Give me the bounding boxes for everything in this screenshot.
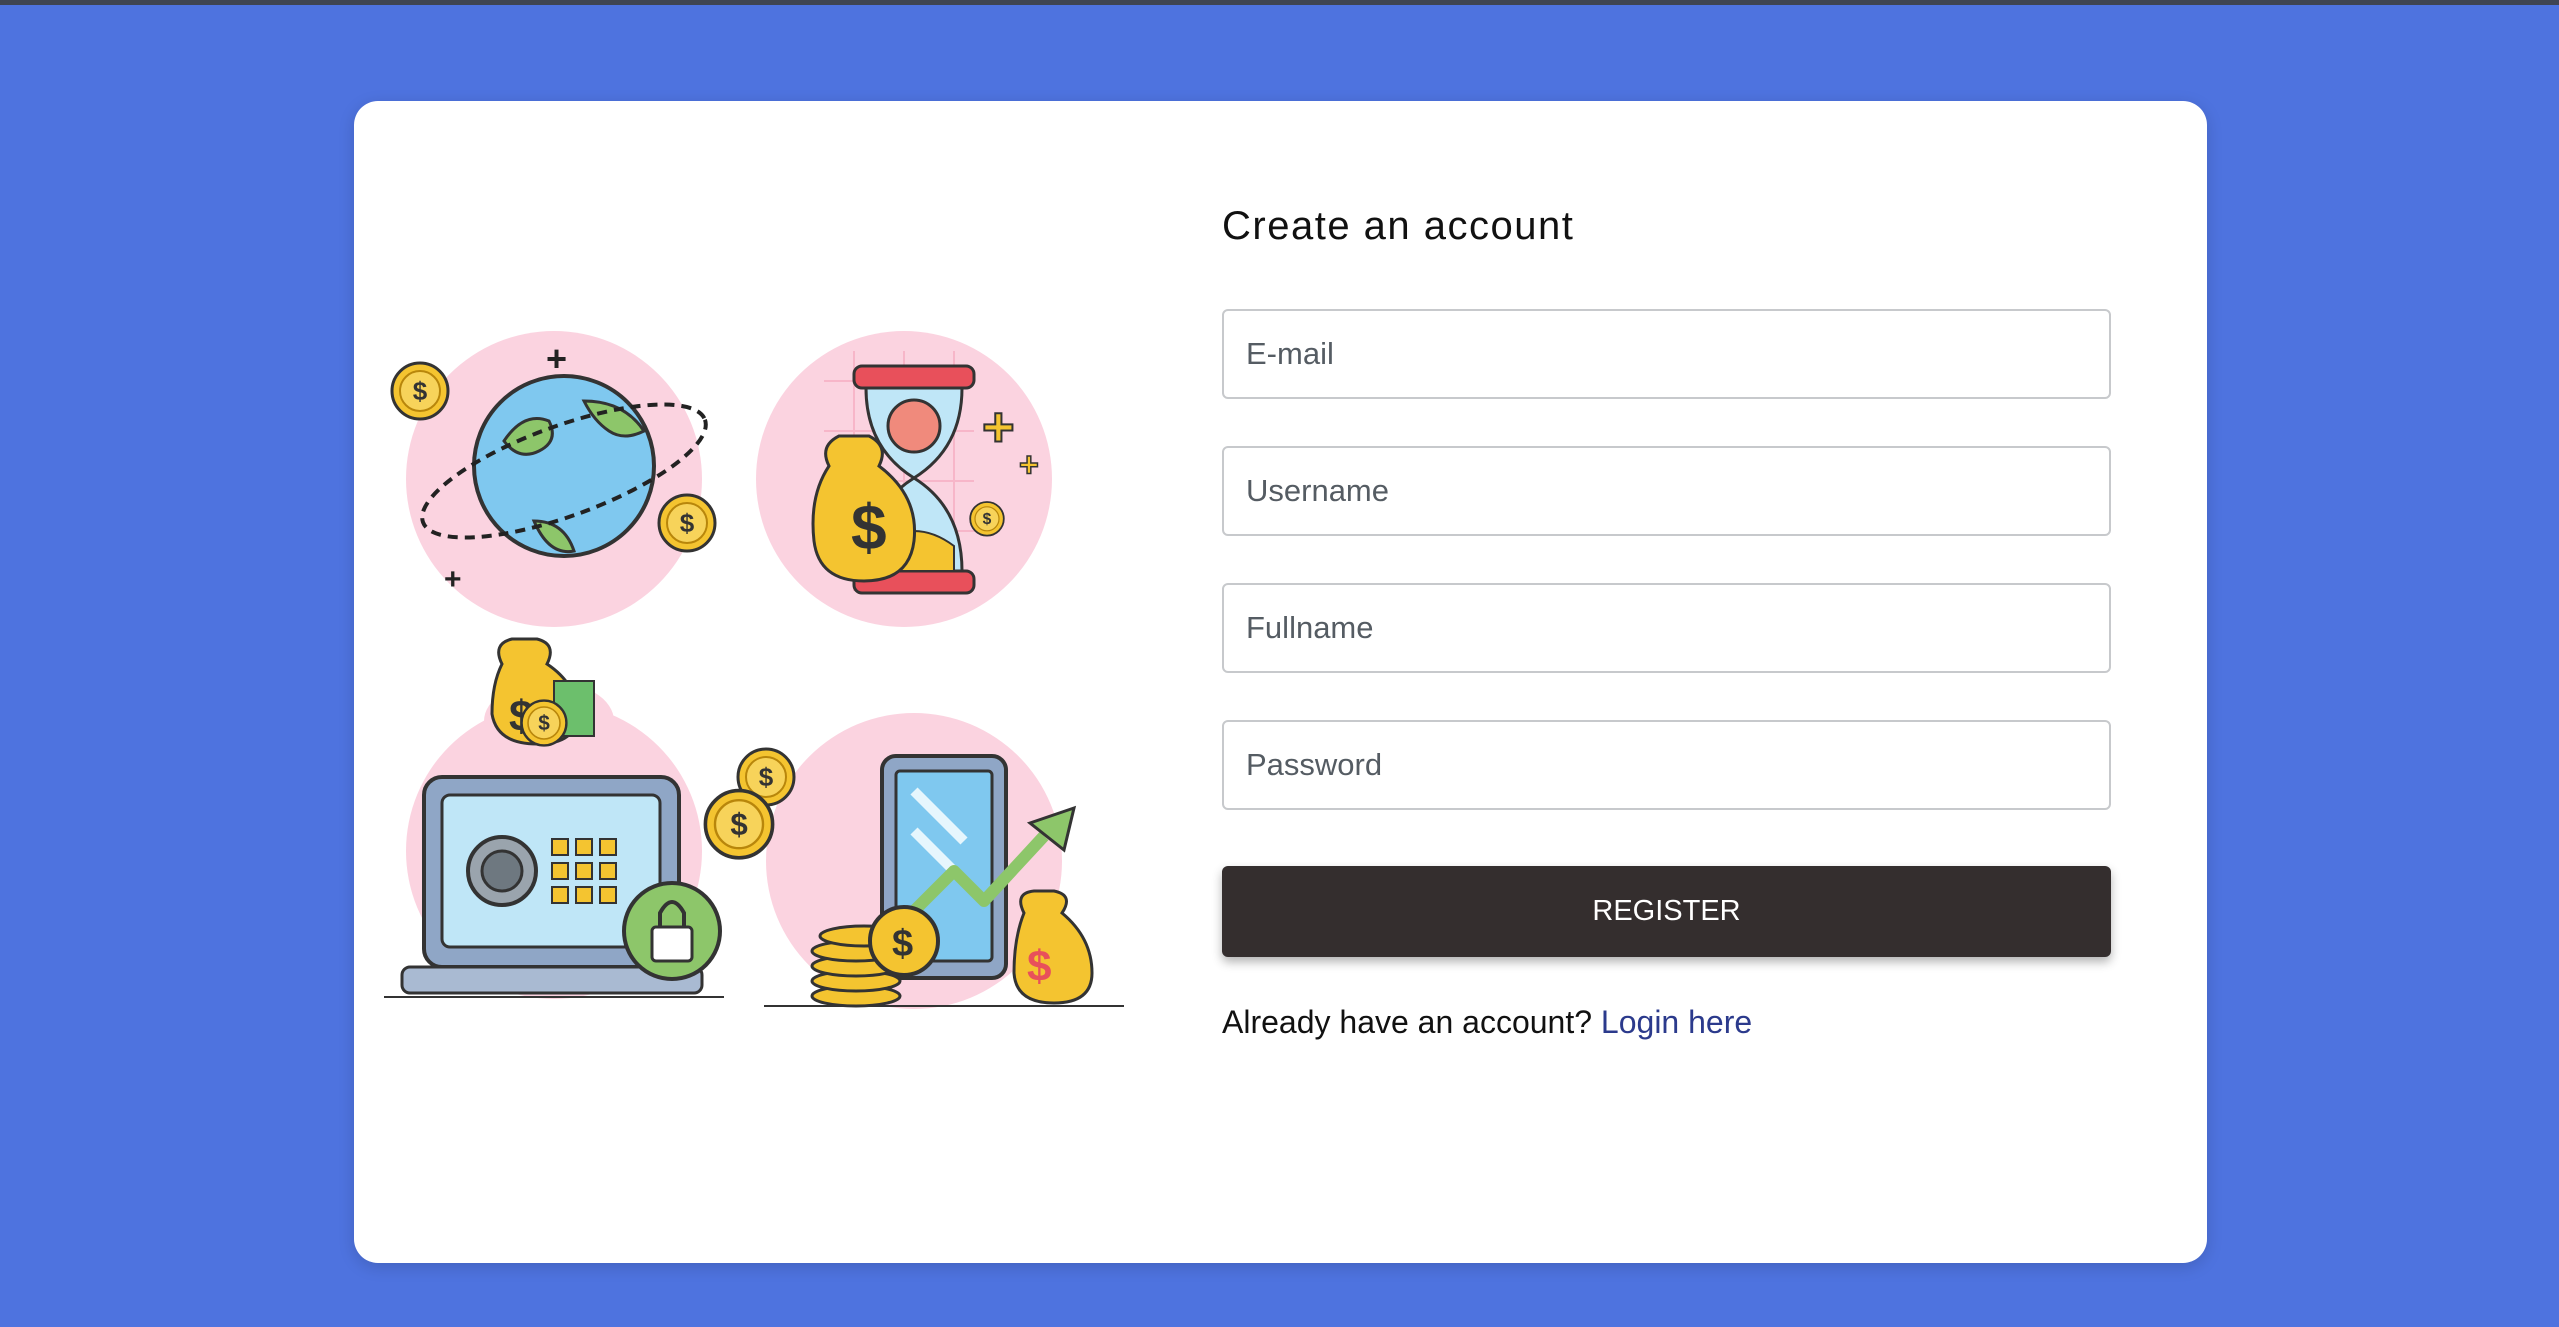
globe-coins-icon: + + [390,331,717,627]
phone-growth-icon: $ $ [703,713,1124,1009]
login-link[interactable]: Login here [1601,1004,1752,1040]
laptop-safe-icon: $ [384,637,724,999]
finance-illustration: $ + + $ + + [384,331,1124,1009]
svg-text:+: + [444,563,462,596]
password-field[interactable] [1222,720,2111,810]
register-button[interactable]: REGISTER [1222,866,2111,957]
fullname-field[interactable] [1222,583,2111,673]
svg-text:$: $ [1027,942,1051,991]
svg-text:+: + [982,395,1015,458]
register-form: Create an account REGISTER Already have … [1222,196,2112,1040]
register-card: $ + + $ + + [354,101,2207,1263]
login-prompt-text: Already have an account? [1222,1004,1593,1040]
svg-text:+: + [1019,446,1039,484]
hourglass-money-icon: $ + + [756,331,1052,627]
svg-text:+: + [546,338,567,379]
form-title: Create an account [1222,204,1575,248]
email-field[interactable] [1222,309,2111,399]
svg-text:$: $ [851,491,887,563]
svg-text:$: $ [892,923,913,965]
window-top-bar [0,0,2559,5]
login-prompt-line: Already have an account? Login here [1222,1004,1752,1041]
username-field[interactable] [1222,446,2111,536]
